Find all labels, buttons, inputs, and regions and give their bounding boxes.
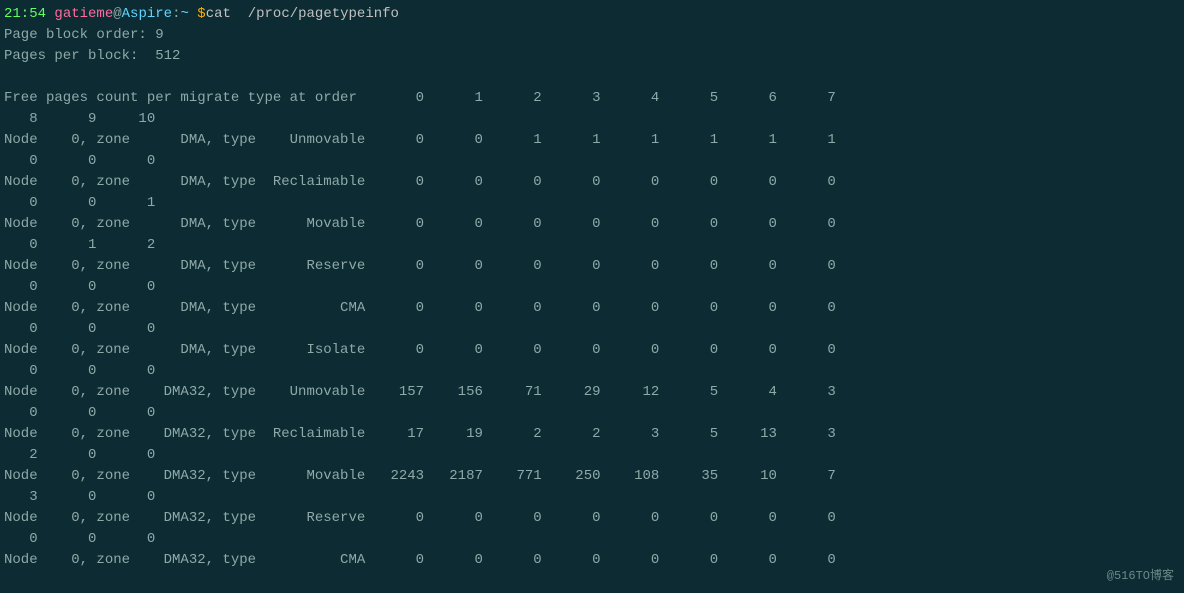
data-row: Node 0, zone DMA32, type Unmovable 157 1… bbox=[4, 382, 1180, 403]
at-symbol: @ bbox=[113, 6, 121, 22]
data-row-wrap: 0 0 0 bbox=[4, 403, 1180, 424]
user: gatieme bbox=[54, 6, 113, 22]
blank-line bbox=[4, 67, 1180, 88]
data-row: Node 0, zone DMA32, type Reserve 0 0 0 0… bbox=[4, 508, 1180, 529]
data-row: Node 0, zone DMA, type Reserve 0 0 0 0 0… bbox=[4, 256, 1180, 277]
command: cat bbox=[206, 6, 231, 22]
data-row: Node 0, zone DMA, type Reclaimable 0 0 0… bbox=[4, 172, 1180, 193]
data-row-wrap: 0 0 0 bbox=[4, 151, 1180, 172]
time: 21:54 bbox=[4, 6, 46, 22]
title-line-1: Free pages count per migrate type at ord… bbox=[4, 88, 1180, 109]
data-row-wrap: 0 0 0 bbox=[4, 319, 1180, 340]
title-line-2: 8 9 10 bbox=[4, 109, 1180, 130]
data-row-wrap: 2 0 0 bbox=[4, 445, 1180, 466]
data-row-wrap: 0 0 1 bbox=[4, 193, 1180, 214]
argument: /proc/pagetypeinfo bbox=[231, 6, 399, 22]
host: Aspire bbox=[122, 6, 172, 22]
dollar: $ bbox=[189, 6, 206, 22]
data-row-wrap: 0 1 2 bbox=[4, 235, 1180, 256]
data-row-wrap: 3 0 0 bbox=[4, 487, 1180, 508]
data-row: Node 0, zone DMA32, type Movable 2243 21… bbox=[4, 466, 1180, 487]
data-row: Node 0, zone DMA, type CMA 0 0 0 0 0 0 0… bbox=[4, 298, 1180, 319]
data-row-wrap: 0 0 0 bbox=[4, 361, 1180, 382]
header-line-2: Pages per block: 512 bbox=[4, 46, 1180, 67]
data-row: Node 0, zone DMA, type Unmovable 0 0 1 1… bbox=[4, 130, 1180, 151]
data-row: Node 0, zone DMA32, type CMA 0 0 0 0 0 0… bbox=[4, 550, 1180, 571]
data-row: Node 0, zone DMA32, type Reclaimable 17 … bbox=[4, 424, 1180, 445]
path: ~ bbox=[180, 6, 188, 22]
data-row: Node 0, zone DMA, type Isolate 0 0 0 0 0… bbox=[4, 340, 1180, 361]
data-row-wrap: 0 0 0 bbox=[4, 277, 1180, 298]
header-line-1: Page block order: 9 bbox=[4, 25, 1180, 46]
data-row: Node 0, zone DMA, type Movable 0 0 0 0 0… bbox=[4, 214, 1180, 235]
watermark: @516TO博客 bbox=[1107, 567, 1174, 585]
data-row-wrap: 0 0 0 bbox=[4, 529, 1180, 550]
prompt-line: 21:54 gatieme@Aspire:~ $cat /proc/pagety… bbox=[4, 4, 1180, 25]
